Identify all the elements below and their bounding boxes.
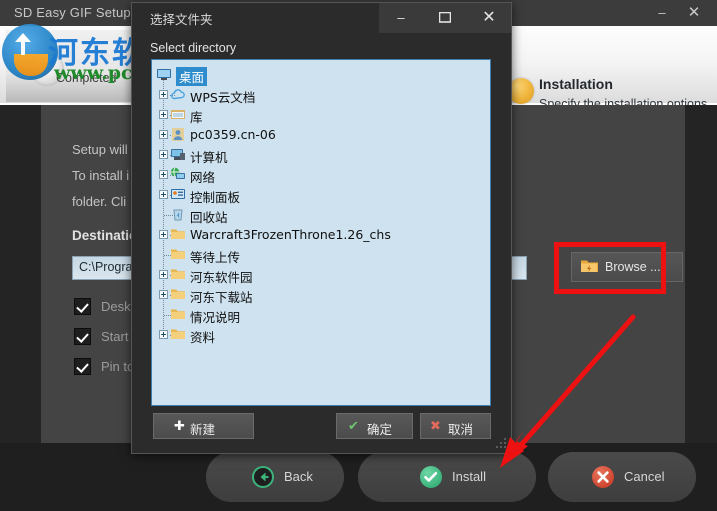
expand-icon[interactable] bbox=[159, 110, 168, 119]
check-circle-icon bbox=[420, 466, 442, 488]
body-line-1: Setup will bbox=[72, 142, 128, 157]
expand-icon[interactable] bbox=[159, 150, 168, 159]
tree-item[interactable]: 回收站 bbox=[152, 205, 490, 225]
tree-item-label: 计算机 bbox=[190, 150, 228, 165]
expand-icon[interactable] bbox=[159, 170, 168, 179]
checkbox-desktop-label: Deskt bbox=[101, 299, 135, 314]
annotation-arrow bbox=[500, 314, 636, 468]
tree-item-label: 桌面 bbox=[176, 67, 208, 86]
tree-item[interactable]: 等待上传 bbox=[152, 245, 490, 265]
expand-icon[interactable] bbox=[159, 230, 168, 239]
folder-icon bbox=[170, 247, 186, 262]
minimize-icon[interactable]: – bbox=[379, 3, 423, 33]
new-folder-button[interactable]: ✚ 新建 bbox=[153, 413, 254, 439]
installer-window-controls: – ✕ bbox=[639, 0, 711, 26]
tree-item[interactable]: 库 bbox=[152, 105, 490, 125]
tree-item-label: 资料 bbox=[190, 330, 216, 345]
ok-button-label: 确定 bbox=[367, 422, 393, 437]
tree-item-label: 网络 bbox=[190, 170, 216, 185]
dialog-subtitle: Select directory bbox=[150, 41, 237, 55]
tree-item[interactable]: 情况说明 bbox=[152, 305, 490, 325]
tree-item[interactable]: 网络 bbox=[152, 165, 490, 185]
checkbox-icon bbox=[74, 358, 91, 375]
arrow-left-icon bbox=[252, 466, 274, 488]
tree-item[interactable]: 资料 bbox=[152, 325, 490, 345]
tree-item-label: 等待上传 bbox=[190, 250, 241, 265]
back-button[interactable]: Back bbox=[206, 452, 344, 502]
check-icon: ✔ bbox=[348, 419, 359, 434]
tree-item[interactable]: 河东软件园 bbox=[152, 265, 490, 285]
folder-icon bbox=[170, 267, 186, 282]
checkbox-icon bbox=[74, 298, 91, 315]
tree-item-label: 控制面板 bbox=[190, 190, 241, 205]
expand-icon[interactable] bbox=[159, 270, 168, 279]
page-title: Installation bbox=[539, 76, 613, 92]
installer-title: SD Easy GIF Setup bbox=[14, 5, 131, 20]
tree-item[interactable]: pc0359.cn-06 bbox=[152, 125, 490, 145]
tree-item-label: 库 bbox=[190, 110, 203, 125]
tree-item[interactable]: 河东下载站 bbox=[152, 285, 490, 305]
expand-icon[interactable] bbox=[159, 330, 168, 339]
tree-item-label: WPS云文档 bbox=[190, 90, 256, 105]
folder-icon bbox=[170, 227, 186, 242]
expand-icon[interactable] bbox=[159, 290, 168, 299]
tree-item-label: 河东软件园 bbox=[190, 270, 253, 285]
ok-button[interactable]: ✔ 确定 bbox=[336, 413, 413, 439]
folder-icon bbox=[170, 327, 186, 342]
tree-item[interactable]: WPS云文档 bbox=[152, 85, 490, 105]
checkbox-icon bbox=[74, 328, 91, 345]
checkbox-start-menu[interactable]: Start bbox=[74, 328, 128, 345]
cloud-icon bbox=[170, 87, 186, 102]
tree-item[interactable]: Warcraft3FrozenThrone1.26_chs bbox=[152, 225, 490, 245]
network-icon bbox=[170, 167, 186, 182]
body-line-3: folder. Cli bbox=[72, 194, 127, 209]
tree-item-label: 情况说明 bbox=[190, 310, 241, 325]
back-button-label: Back bbox=[284, 469, 313, 484]
user-icon bbox=[170, 127, 186, 142]
folder-icon bbox=[170, 307, 186, 322]
new-folder-button-label: 新建 bbox=[190, 422, 216, 437]
step-completed-panel: Completed bbox=[6, 30, 139, 102]
annotation-highlight-rect bbox=[554, 242, 666, 294]
control-panel-icon bbox=[170, 187, 186, 202]
folder-icon bbox=[170, 287, 186, 302]
checkbox-pin-taskbar-label: Pin to bbox=[101, 359, 135, 374]
recycle-bin-icon bbox=[170, 207, 186, 222]
dialog-title: 选择文件夹 bbox=[150, 12, 213, 27]
computer-icon bbox=[170, 147, 186, 162]
checkbox-desktop[interactable]: Deskt bbox=[74, 298, 134, 315]
step-completed-label: Completed bbox=[56, 71, 117, 85]
expand-icon[interactable] bbox=[159, 190, 168, 199]
tree-item-label: Warcraft3FrozenThrone1.26_chs bbox=[190, 227, 391, 242]
minimize-icon[interactable]: – bbox=[647, 2, 677, 24]
checkbox-start-menu-label: Start bbox=[101, 329, 129, 344]
tree-item[interactable]: 计算机 bbox=[152, 145, 490, 165]
close-icon[interactable]: ✕ bbox=[679, 2, 709, 24]
tree-item[interactable]: 控制面板 bbox=[152, 185, 490, 205]
dialog-cancel-button-label: 取消 bbox=[448, 422, 474, 437]
plus-icon: ✚ bbox=[174, 419, 185, 434]
directory-tree[interactable]: 桌面 WPS云文档库 pc0359.cn-06 计算机网络控制面板回收站 Warcraf… bbox=[151, 59, 491, 406]
dialog-window-controls: – ✕ bbox=[379, 3, 511, 33]
dialog-titlebar: 选择文件夹 – ✕ bbox=[132, 3, 511, 33]
maximize-icon[interactable] bbox=[423, 3, 467, 33]
tree-item-label: 回收站 bbox=[190, 210, 228, 225]
expand-icon[interactable] bbox=[159, 130, 168, 139]
expand-icon[interactable] bbox=[159, 90, 168, 99]
tree-item-label: 河东下载站 bbox=[190, 290, 253, 305]
select-folder-dialog: 选择文件夹 – ✕ Select directory 桌面 WPS云文档库 pc03… bbox=[131, 2, 512, 454]
checkbox-pin-taskbar[interactable]: Pin to bbox=[74, 358, 134, 375]
tree-item-label: pc0359.cn-06 bbox=[190, 127, 276, 142]
desktop-icon bbox=[156, 67, 172, 82]
tree-item[interactable]: 桌面 bbox=[152, 65, 490, 86]
body-line-2: To install i bbox=[72, 168, 130, 183]
close-icon[interactable]: ✕ bbox=[467, 3, 511, 33]
cross-icon: ✖ bbox=[430, 419, 441, 434]
library-icon bbox=[170, 107, 186, 122]
